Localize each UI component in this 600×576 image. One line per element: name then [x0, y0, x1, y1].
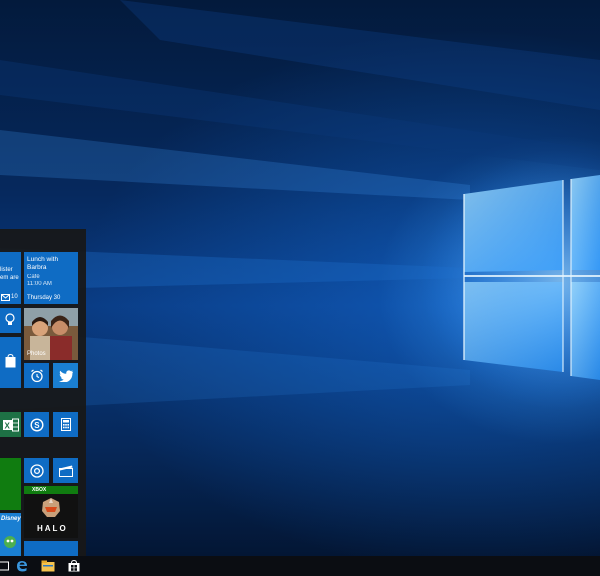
- movies-tv-icon: [58, 464, 73, 477]
- calculator-icon: [60, 417, 71, 432]
- halo-label: HALO: [37, 524, 68, 533]
- twitter-tile[interactable]: [53, 363, 78, 388]
- excel-tile[interactable]: X: [0, 412, 21, 437]
- xbox-label: XBOX: [32, 487, 47, 493]
- tips-tile[interactable]: [0, 308, 21, 333]
- svg-text:S: S: [34, 421, 40, 430]
- start-menu: lister em are 10 Lunch with Barbra Café …: [0, 229, 86, 556]
- mail-preview-line-2: em are: [0, 275, 19, 281]
- alarms-tile[interactable]: [24, 363, 49, 388]
- photos-tile[interactable]: Photos: [24, 308, 78, 360]
- disney-tile[interactable]: Disney: [0, 513, 21, 556]
- mail-preview-line-1: lister: [0, 267, 13, 273]
- mail-icon: [1, 294, 10, 301]
- store-icon: [68, 560, 80, 572]
- file-explorer-icon: [41, 560, 55, 572]
- edge-icon: [17, 561, 27, 572]
- skype-tile[interactable]: S: [24, 412, 49, 437]
- halo-tile[interactable]: XBOX HALO: [24, 486, 78, 538]
- task-view-icon: [0, 561, 9, 571]
- store-bag-icon: [4, 353, 16, 369]
- svg-text:X: X: [4, 421, 10, 430]
- store-tile[interactable]: [0, 337, 21, 388]
- skype-icon: S: [29, 417, 44, 432]
- store-button[interactable]: [62, 556, 86, 576]
- calendar-tile[interactable]: Lunch with Barbra Café 11:00 AM Thursday…: [24, 252, 78, 304]
- edge-button[interactable]: [10, 556, 34, 576]
- groove-music-icon: [29, 463, 44, 478]
- calendar-event-time: 11:00 AM: [27, 281, 52, 287]
- disney-label: Disney: [1, 516, 21, 522]
- excel-icon: X: [2, 417, 19, 432]
- movies-tv-tile[interactable]: [53, 458, 78, 483]
- photos-label: Photos: [27, 351, 46, 357]
- halo-helmet-icon: [39, 496, 63, 520]
- disney-character-icon: [2, 533, 18, 549]
- calendar-event-title: Lunch with: [27, 256, 59, 263]
- lightbulb-icon: [3, 313, 17, 327]
- alarm-clock-icon: [29, 368, 44, 383]
- xbox-app-tile[interactable]: [0, 458, 21, 510]
- groove-music-tile[interactable]: [24, 458, 49, 483]
- bottom-tile[interactable]: [24, 541, 78, 556]
- twitter-icon: [58, 369, 73, 382]
- desktop-wallpaper: [0, 0, 600, 556]
- file-explorer-button[interactable]: [36, 556, 60, 576]
- calendar-event-person: Barbra: [27, 264, 47, 271]
- windows-logo-wallpaper-art: [0, 0, 600, 410]
- mail-badge-count: 10: [11, 294, 18, 300]
- mail-tile[interactable]: lister em are 10: [0, 252, 21, 304]
- calculator-tile[interactable]: [53, 412, 78, 437]
- taskbar: [0, 556, 600, 576]
- calendar-date-label: Thursday 30: [27, 295, 61, 301]
